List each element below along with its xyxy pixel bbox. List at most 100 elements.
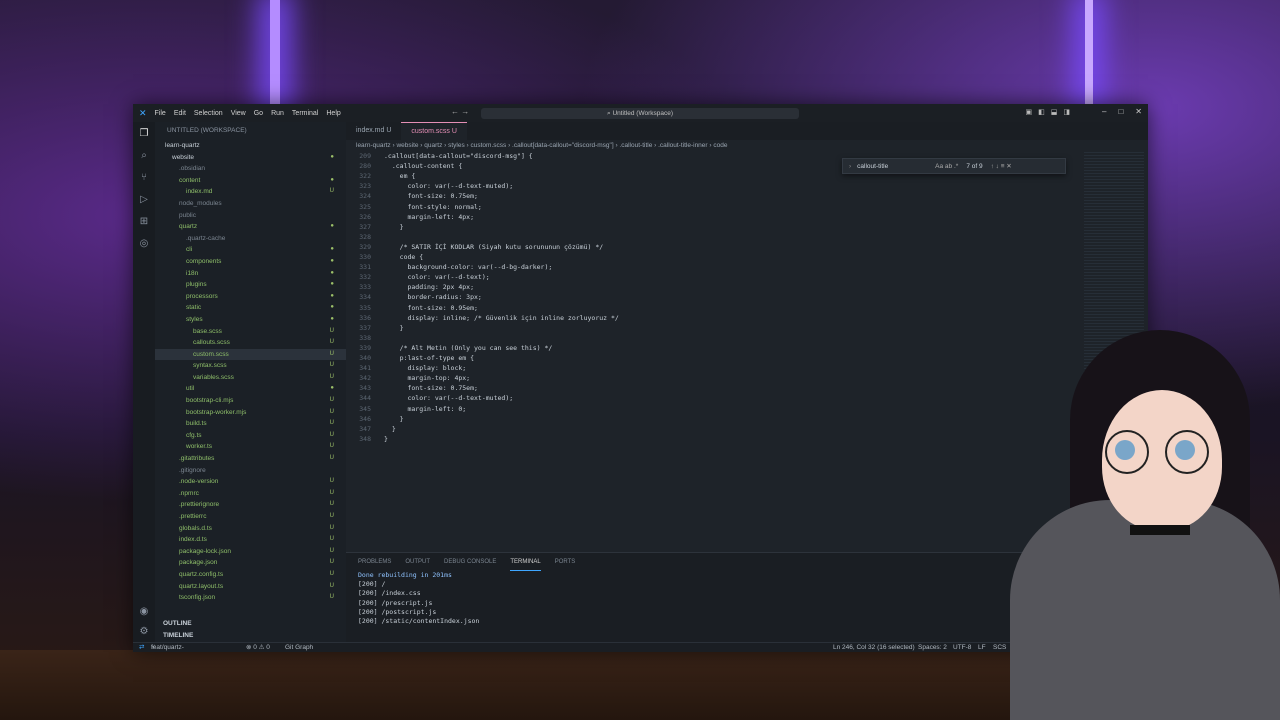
tree-item[interactable]: plugins ● — [155, 279, 346, 291]
code-line[interactable]: } — [384, 223, 404, 231]
panel-tab-terminal[interactable]: TERMINAL — [510, 553, 541, 571]
tree-item[interactable]: build.ts U — [155, 418, 346, 430]
panel-tab-ports[interactable]: PORTS — [555, 553, 576, 571]
code-line[interactable]: .callout[data-callout="discord-msg"] { — [384, 152, 533, 160]
sidebar-toggle-icon[interactable]: ◧ — [1038, 108, 1045, 116]
menu-item-edit[interactable]: Edit — [174, 110, 186, 117]
git-graph-button[interactable]: Git Graph — [285, 643, 313, 652]
tree-item[interactable]: static ● — [155, 302, 346, 314]
tree-item[interactable]: cli ● — [155, 244, 346, 256]
search-icon[interactable]: ⌕ — [133, 144, 155, 166]
code-line[interactable]: background-color: var(--d-bg-darker); — [384, 263, 552, 271]
code-line[interactable]: border-radius: 3px; — [384, 293, 481, 301]
code-line[interactable]: font-size: 0.75em; — [384, 192, 477, 200]
outline-section[interactable]: OUTLINE — [155, 618, 346, 630]
code-line[interactable]: margin-left: 4px; — [384, 213, 474, 221]
tree-item[interactable]: .gitattributes U — [155, 453, 346, 465]
tree-item[interactable]: globals.d.ts U — [155, 523, 346, 535]
code-line[interactable]: font-size: 0.95em; — [384, 304, 477, 312]
nav-arrows[interactable]: ← → — [451, 107, 469, 116]
tree-item[interactable]: util ● — [155, 383, 346, 395]
find-nav-icons[interactable]: ↑ ↓ ≡ ✕ — [991, 162, 1012, 170]
tree-item[interactable]: quartz.layout.ts U — [155, 581, 346, 593]
tree-item[interactable]: components ● — [155, 256, 346, 268]
code-line[interactable]: code { — [384, 253, 424, 261]
tree-item[interactable]: bootstrap-cli.mjs U — [155, 395, 346, 407]
tree-item[interactable]: .node-version U — [155, 476, 346, 488]
editor-tab[interactable]: custom.scss U — [401, 122, 467, 140]
panel-toggle-icon[interactable]: ⬓ — [1051, 108, 1058, 116]
tree-item[interactable]: styles ● — [155, 314, 346, 326]
tree-item[interactable]: processors ● — [155, 291, 346, 303]
code-line[interactable]: color: var(--d-text-muted); — [384, 182, 513, 190]
breadcrumb[interactable]: learn-quartz › website › quartz › styles… — [346, 140, 1148, 152]
tree-item[interactable]: .prettierrc U — [155, 511, 346, 523]
match-options-icon[interactable]: Aa ab .* — [935, 163, 958, 170]
tree-item[interactable]: callouts.scss U — [155, 337, 346, 349]
tree-item[interactable]: learn-quartz — [155, 140, 346, 152]
editor-tab[interactable]: index.md U — [346, 122, 401, 140]
code-line[interactable]: margin-left: 0; — [384, 405, 466, 413]
command-center[interactable]: ⌕ Untitled (Workspace) — [481, 108, 799, 119]
tree-item[interactable]: node_modules — [155, 198, 346, 210]
tree-item[interactable]: .obsidian — [155, 163, 346, 175]
tree-item[interactable]: variables.scss U — [155, 372, 346, 384]
code-line[interactable]: color: var(--d-text); — [384, 273, 489, 281]
minimize-button[interactable]: – — [1102, 107, 1106, 116]
panel-tab-output[interactable]: OUTPUT — [405, 553, 430, 571]
line-ending[interactable]: LF — [978, 643, 986, 652]
code-line[interactable]: /* SATIR İÇİ KODLAR (Siyah kutu sorununu… — [384, 243, 604, 251]
code-line[interactable]: p:last-of-type em { — [384, 354, 474, 362]
tree-item[interactable]: i18n ● — [155, 268, 346, 280]
timeline-section[interactable]: TIMELINE — [155, 630, 346, 642]
tree-item[interactable]: quartz.config.ts U — [155, 569, 346, 581]
encoding[interactable]: UTF-8 — [953, 643, 971, 652]
problems-indicator[interactable]: ⊗ 0 ⚠ 0 — [246, 643, 270, 652]
tree-item[interactable]: package.json U — [155, 557, 346, 569]
code-line[interactable]: /* Alt Metin (Only you can see this) */ — [384, 344, 553, 352]
layout-icon[interactable]: ▣ — [1026, 108, 1033, 116]
find-input[interactable]: callout-title — [857, 163, 935, 170]
run-debug-icon[interactable]: ▷ — [133, 188, 155, 210]
code-line[interactable]: } — [384, 425, 396, 433]
indentation[interactable]: Spaces: 2 — [918, 643, 947, 652]
code-line[interactable]: font-style: normal; — [384, 203, 481, 211]
code-line[interactable]: margin-top: 4px; — [384, 374, 470, 382]
tree-item[interactable]: cfg.ts U — [155, 430, 346, 442]
cursor-position[interactable]: Ln 246, Col 32 (16 selected) — [833, 643, 915, 652]
tree-item[interactable]: package-lock.json U — [155, 546, 346, 558]
tree-item[interactable]: tsconfig.json U — [155, 592, 346, 604]
menu-item-selection[interactable]: Selection — [194, 110, 223, 117]
menu-item-run[interactable]: Run — [271, 110, 284, 117]
code-line[interactable]: .callout-content { — [384, 162, 462, 170]
accounts-icon[interactable]: ◉ — [133, 600, 155, 622]
panel-tab-problems[interactable]: PROBLEMS — [358, 553, 391, 571]
menu-item-view[interactable]: View — [231, 110, 246, 117]
explorer-icon[interactable]: ❐ — [133, 122, 155, 144]
maximize-button[interactable]: □ — [1118, 107, 1123, 116]
code-line[interactable]: font-size: 0.75em; — [384, 384, 477, 392]
code-line[interactable]: } — [384, 435, 388, 443]
close-button[interactable]: ✕ — [1135, 107, 1142, 116]
source-control-icon[interactable]: ⑂ — [133, 166, 155, 188]
chevron-right-icon[interactable]: › — [849, 163, 851, 170]
extensions-icon[interactable]: ⊞ — [133, 210, 155, 232]
language-mode[interactable]: SCS — [993, 643, 1006, 652]
tree-item[interactable]: public — [155, 210, 346, 222]
remote-icon[interactable]: ◎ — [133, 232, 155, 254]
tree-item[interactable]: .prettierignore U — [155, 499, 346, 511]
tree-item[interactable]: .npmrc U — [155, 488, 346, 500]
layout-controls[interactable]: ▣ ◧ ⬓ ◨ — [1026, 108, 1071, 116]
code-line[interactable]: em { — [384, 172, 416, 180]
tree-item[interactable]: .gitignore — [155, 465, 346, 477]
code-line[interactable]: padding: 2px 4px; — [384, 283, 474, 291]
code-line[interactable]: display: block; — [384, 364, 466, 372]
tree-item[interactable]: custom.scss U — [155, 348, 346, 361]
tree-item[interactable]: syntax.scss U — [155, 360, 346, 372]
tree-item[interactable]: index.d.ts U — [155, 534, 346, 546]
tree-item[interactable]: .quartz-cache — [155, 233, 346, 245]
code-line[interactable]: } — [384, 324, 404, 332]
secondary-sidebar-icon[interactable]: ◨ — [1063, 108, 1070, 116]
tree-item[interactable]: worker.ts U — [155, 441, 346, 453]
menu-item-file[interactable]: File — [155, 110, 166, 117]
